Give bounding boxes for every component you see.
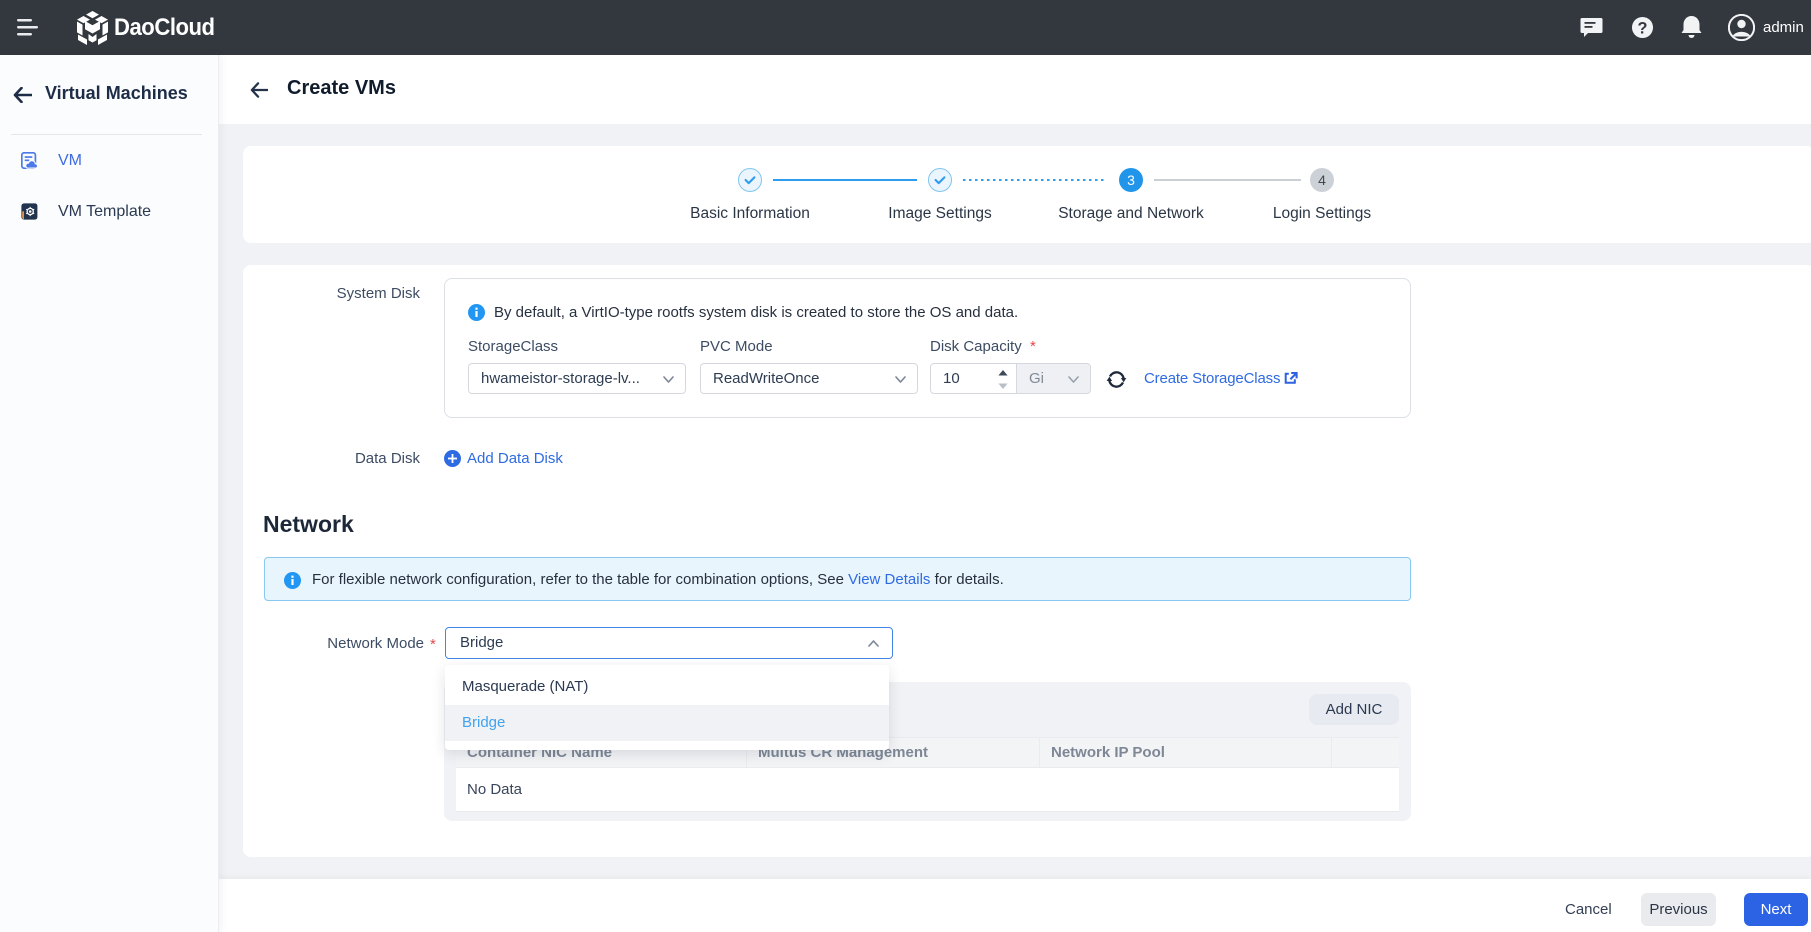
svg-text:?: ? (1638, 19, 1648, 37)
